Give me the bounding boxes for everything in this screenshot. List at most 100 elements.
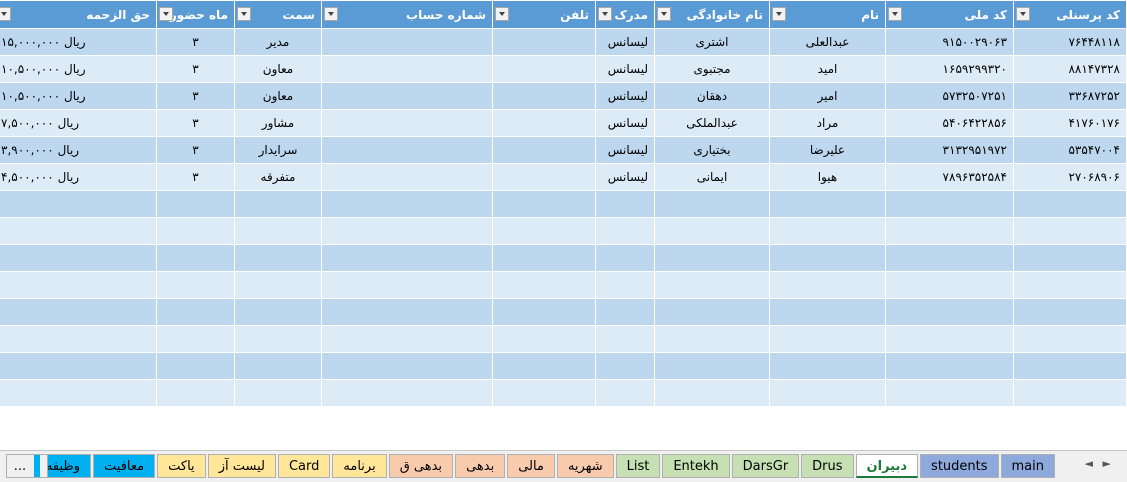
sheet-tab[interactable]: بدهی xyxy=(455,454,506,478)
table-cell[interactable]: ۳۱۳۲۹۵۱۹۷۲ xyxy=(885,136,1014,164)
table-cell[interactable] xyxy=(1013,271,1127,299)
table-cell[interactable] xyxy=(769,217,886,245)
table-cell[interactable]: لیسانس xyxy=(595,28,655,56)
table-cell[interactable] xyxy=(234,298,322,326)
table-cell[interactable] xyxy=(492,244,596,272)
table-cell[interactable]: ریال ۴,۵۰۰,۰۰۰ xyxy=(0,163,157,191)
table-cell[interactable] xyxy=(156,190,235,218)
table-cell[interactable] xyxy=(654,325,770,353)
filter-dropdown-icon[interactable] xyxy=(657,7,671,21)
column-header[interactable]: شماره حساب xyxy=(321,0,493,29)
table-cell[interactable] xyxy=(321,55,493,83)
table-cell[interactable] xyxy=(321,109,493,137)
table-cell[interactable] xyxy=(156,244,235,272)
table-cell[interactable] xyxy=(492,136,596,164)
filter-dropdown-icon[interactable] xyxy=(888,7,902,21)
table-cell[interactable]: معاون xyxy=(234,55,322,83)
table-cell[interactable] xyxy=(885,271,1014,299)
table-cell[interactable] xyxy=(769,271,886,299)
table-cell[interactable] xyxy=(234,379,322,407)
table-cell[interactable] xyxy=(321,325,493,353)
table-cell[interactable] xyxy=(1013,244,1127,272)
table-cell[interactable] xyxy=(492,352,596,380)
scroll-next-icon[interactable]: ► xyxy=(1103,457,1111,470)
column-header[interactable]: کد ملی xyxy=(885,0,1014,29)
table-cell[interactable]: سرایدار xyxy=(234,136,322,164)
sheet-tab[interactable]: مالی xyxy=(507,454,555,478)
table-cell[interactable] xyxy=(595,190,655,218)
filter-dropdown-icon[interactable] xyxy=(772,7,786,21)
column-header[interactable]: نام xyxy=(769,0,886,29)
sheet-tab[interactable]: لیست آز xyxy=(207,454,276,478)
table-cell[interactable] xyxy=(769,244,886,272)
sheet-tab[interactable]: DarsGr xyxy=(731,454,800,478)
table-cell[interactable]: هیوا xyxy=(769,163,886,191)
table-cell[interactable]: ۱۶۵۹۲۹۹۳۲۰ xyxy=(885,55,1014,83)
table-cell[interactable] xyxy=(595,271,655,299)
sheet-tab[interactable]: معافیت xyxy=(93,454,156,478)
table-cell[interactable]: ۵۳۵۴۷۰۰۴ xyxy=(1013,136,1127,164)
table-cell[interactable]: لیسانس xyxy=(595,136,655,164)
table-cell[interactable]: لیسانس xyxy=(595,55,655,83)
worksheet-area[interactable]: کد پرسنلی کد ملی نام نام خانوادگی مدرک تلفن شم… xyxy=(0,0,1127,450)
table-cell[interactable]: ۳۳۶۸۷۲۵۲ xyxy=(1013,82,1127,110)
table-cell[interactable]: مشاور xyxy=(234,109,322,137)
table-cell[interactable]: ۸۸۱۴۷۳۲۸ xyxy=(1013,55,1127,83)
sheet-tab[interactable]: دبیران xyxy=(855,454,919,478)
table-cell[interactable] xyxy=(1013,325,1127,353)
table-cell[interactable] xyxy=(885,244,1014,272)
table-cell[interactable] xyxy=(321,352,493,380)
table-cell[interactable] xyxy=(1013,217,1127,245)
filter-dropdown-icon[interactable] xyxy=(159,7,173,21)
table-cell[interactable]: امید xyxy=(769,55,886,83)
table-cell[interactable] xyxy=(234,217,322,245)
table-cell[interactable] xyxy=(321,28,493,56)
sheet-tab[interactable]: students xyxy=(920,454,999,478)
table-cell[interactable]: مدیر xyxy=(234,28,322,56)
table-cell[interactable] xyxy=(0,244,157,272)
table-cell[interactable] xyxy=(321,163,493,191)
table-cell[interactable] xyxy=(654,298,770,326)
table-cell[interactable]: ۳ xyxy=(156,28,235,56)
filter-dropdown-icon[interactable] xyxy=(0,7,11,21)
table-cell[interactable]: مجتبوی xyxy=(654,55,770,83)
table-cell[interactable] xyxy=(0,379,157,407)
scroll-prev-icon[interactable]: ◄ xyxy=(1085,457,1093,470)
table-cell[interactable] xyxy=(234,244,322,272)
table-cell[interactable]: ۳ xyxy=(156,109,235,137)
table-cell[interactable]: ایمانی xyxy=(654,163,770,191)
table-cell[interactable]: ریال ۱۰,۵۰۰,۰۰۰ xyxy=(0,82,157,110)
sheet-tab[interactable]: شهریه xyxy=(556,454,614,478)
table-cell[interactable]: لیسانس xyxy=(595,109,655,137)
table-cell[interactable] xyxy=(492,190,596,218)
column-header[interactable]: سمت xyxy=(234,0,322,29)
table-cell[interactable]: ۳ xyxy=(156,136,235,164)
table-cell[interactable]: دهقان xyxy=(654,82,770,110)
table-cell[interactable]: بختیاری xyxy=(654,136,770,164)
table-cell[interactable]: متفرقه xyxy=(234,163,322,191)
table-cell[interactable] xyxy=(595,352,655,380)
table-cell[interactable] xyxy=(0,325,157,353)
table-cell[interactable] xyxy=(234,352,322,380)
table-cell[interactable] xyxy=(156,325,235,353)
table-cell[interactable]: ۷۸۹۶۳۵۲۵۸۴ xyxy=(885,163,1014,191)
table-cell[interactable]: ۷۶۴۴۸۱۱۸ xyxy=(1013,28,1127,56)
table-cell[interactable] xyxy=(1013,379,1127,407)
table-cell[interactable] xyxy=(885,298,1014,326)
table-cell[interactable] xyxy=(321,379,493,407)
table-cell[interactable] xyxy=(885,325,1014,353)
filter-dropdown-icon[interactable] xyxy=(1016,7,1030,21)
table-cell[interactable]: ۳ xyxy=(156,55,235,83)
table-cell[interactable] xyxy=(492,109,596,137)
table-cell[interactable] xyxy=(595,244,655,272)
column-header[interactable]: تلفن xyxy=(492,0,596,29)
sheet-tab[interactable]: یاکت xyxy=(157,454,206,478)
table-cell[interactable] xyxy=(595,217,655,245)
table-cell[interactable] xyxy=(492,55,596,83)
table-cell[interactable] xyxy=(492,28,596,56)
column-header[interactable]: ماه حضور xyxy=(156,0,235,29)
table-cell[interactable] xyxy=(156,217,235,245)
column-header[interactable]: نام خانوادگی xyxy=(654,0,770,29)
table-cell[interactable] xyxy=(654,352,770,380)
table-cell[interactable] xyxy=(1013,352,1127,380)
